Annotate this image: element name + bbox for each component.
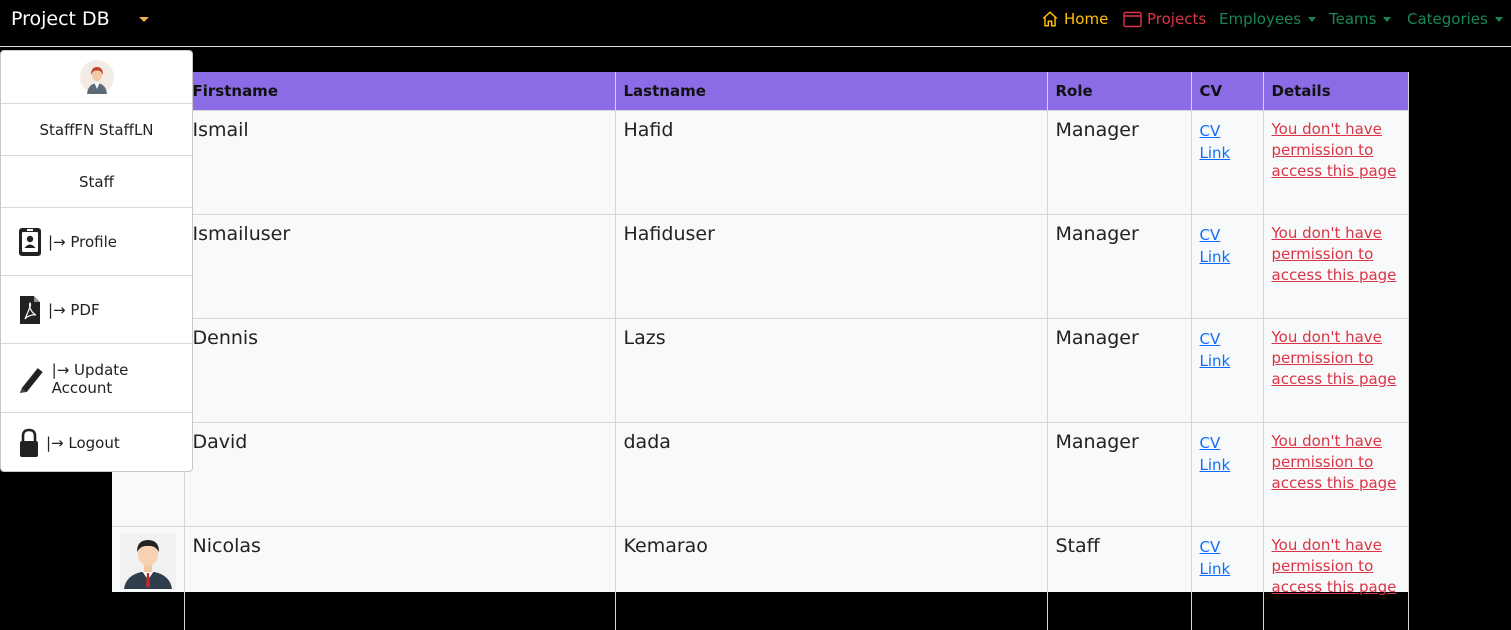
table-row: Nicolas Kemarao Staff CV Link You don't … <box>112 527 1408 630</box>
avatar-cell <box>112 527 184 630</box>
lastname-cell: Hafid <box>615 111 1047 215</box>
nav-employees-dropdown[interactable]: Employees <box>1219 10 1316 28</box>
table-header-row: Firstname Lastname Role CV Details <box>112 72 1408 111</box>
nav-employees-label: Employees <box>1219 10 1301 28</box>
details-cell: You don't have permission to access this… <box>1263 111 1408 215</box>
lastname-cell: Lazs <box>615 319 1047 423</box>
menu-item-logout[interactable]: |→ Logout <box>1 414 192 472</box>
cv-cell: CV Link <box>1191 215 1263 319</box>
top-navbar: Project DB Home Projects Employees Teams… <box>0 0 1511 47</box>
user-name-text: StaffFN StaffLN <box>39 121 153 139</box>
firstname-cell: Ismail <box>184 111 615 215</box>
lastname-cell: Kemarao <box>615 527 1047 630</box>
lastname-cell: Hafiduser <box>615 215 1047 319</box>
user-menu-caret-icon[interactable] <box>139 17 149 22</box>
chevron-down-icon <box>1383 17 1391 22</box>
details-cell: You don't have permission to access this… <box>1263 423 1408 527</box>
cv-link[interactable]: CV Link <box>1200 330 1231 370</box>
firstname-cell: David <box>184 423 615 527</box>
firstname-cell: Nicolas <box>184 527 615 630</box>
lastname-cell: dada <box>615 423 1047 527</box>
role-cell: Staff <box>1047 527 1191 630</box>
details-cell: You don't have permission to access this… <box>1263 527 1408 630</box>
table-row: David dada Manager CV Link You don't hav… <box>112 423 1408 527</box>
chevron-down-icon <box>1495 17 1503 22</box>
employees-table-container: Firstname Lastname Role CV Details Ismai… <box>112 72 1408 592</box>
column-header-details: Details <box>1263 72 1408 111</box>
menu-item-pdf-label: |→ PDF <box>48 301 100 319</box>
table-row: Dennis Lazs Manager CV Link You don't ha… <box>112 319 1408 423</box>
column-header-firstname: Firstname <box>184 72 615 111</box>
cv-link[interactable]: CV Link <box>1200 226 1231 266</box>
details-link[interactable]: You don't have permission to access this… <box>1272 327 1400 390</box>
nav-categories-label: Categories <box>1407 10 1488 28</box>
id-badge-icon <box>18 227 42 257</box>
menu-item-update-account-label: |→ Update Account <box>52 361 192 397</box>
menu-item-logout-label: |→ Logout <box>46 434 120 452</box>
lock-icon <box>18 428 40 458</box>
cv-link[interactable]: CV Link <box>1200 434 1231 474</box>
role-cell: Manager <box>1047 215 1191 319</box>
firstname-cell: Ismailuser <box>184 215 615 319</box>
column-header-cv: CV <box>1191 72 1263 111</box>
user-role: Staff <box>1 156 192 208</box>
pdf-file-icon <box>18 295 42 325</box>
details-link[interactable]: You don't have permission to access this… <box>1272 119 1400 182</box>
details-link[interactable]: You don't have permission to access this… <box>1272 223 1400 286</box>
details-cell: You don't have permission to access this… <box>1263 319 1408 423</box>
user-dropdown-menu: StaffFN StaffLN Staff |→ Profile |→ PDF … <box>0 50 193 472</box>
nav-home[interactable]: Home <box>1041 10 1108 28</box>
table-row: Ismail Hafid Manager CV Link You don't h… <box>112 111 1408 215</box>
firstname-cell: Dennis <box>184 319 615 423</box>
chevron-down-icon <box>1308 17 1316 22</box>
details-link[interactable]: You don't have permission to access this… <box>1272 535 1400 598</box>
menu-item-pdf[interactable]: |→ PDF <box>1 277 192 344</box>
cv-cell: CV Link <box>1191 423 1263 527</box>
nav-categories-dropdown[interactable]: Categories <box>1407 10 1503 28</box>
user-fullname: StaffFN StaffLN <box>1 104 192 156</box>
cv-cell: CV Link <box>1191 111 1263 215</box>
pen-icon <box>18 364 46 394</box>
male-avatar-icon <box>120 533 176 589</box>
column-header-lastname: Lastname <box>615 72 1047 111</box>
role-cell: Manager <box>1047 423 1191 527</box>
details-link[interactable]: You don't have permission to access this… <box>1272 431 1400 494</box>
nav-projects[interactable]: Projects <box>1123 10 1206 28</box>
nav-home-label: Home <box>1064 10 1108 28</box>
details-cell: You don't have permission to access this… <box>1263 215 1408 319</box>
nav-teams-label: Teams <box>1329 10 1376 28</box>
menu-item-profile[interactable]: |→ Profile <box>1 208 192 276</box>
cv-cell: CV Link <box>1191 527 1263 630</box>
cv-cell: CV Link <box>1191 319 1263 423</box>
role-cell: Manager <box>1047 111 1191 215</box>
table-row: Ismailuser Hafiduser Manager CV Link You… <box>112 215 1408 319</box>
column-header-role: Role <box>1047 72 1191 111</box>
role-cell: Manager <box>1047 319 1191 423</box>
menu-item-update-account[interactable]: |→ Update Account <box>1 345 192 413</box>
brand-title[interactable]: Project DB <box>11 8 110 30</box>
user-avatar-row <box>1 51 192 104</box>
nav-teams-dropdown[interactable]: Teams <box>1329 10 1391 28</box>
menu-item-profile-label: |→ Profile <box>48 233 117 251</box>
window-icon <box>1123 11 1142 28</box>
cv-link[interactable]: CV Link <box>1200 122 1231 162</box>
employees-table: Firstname Lastname Role CV Details Ismai… <box>112 72 1409 630</box>
user-role-text: Staff <box>79 173 114 191</box>
nav-projects-label: Projects <box>1147 10 1206 28</box>
avatar <box>80 60 114 94</box>
cv-link[interactable]: CV Link <box>1200 538 1231 578</box>
home-icon <box>1041 10 1059 28</box>
